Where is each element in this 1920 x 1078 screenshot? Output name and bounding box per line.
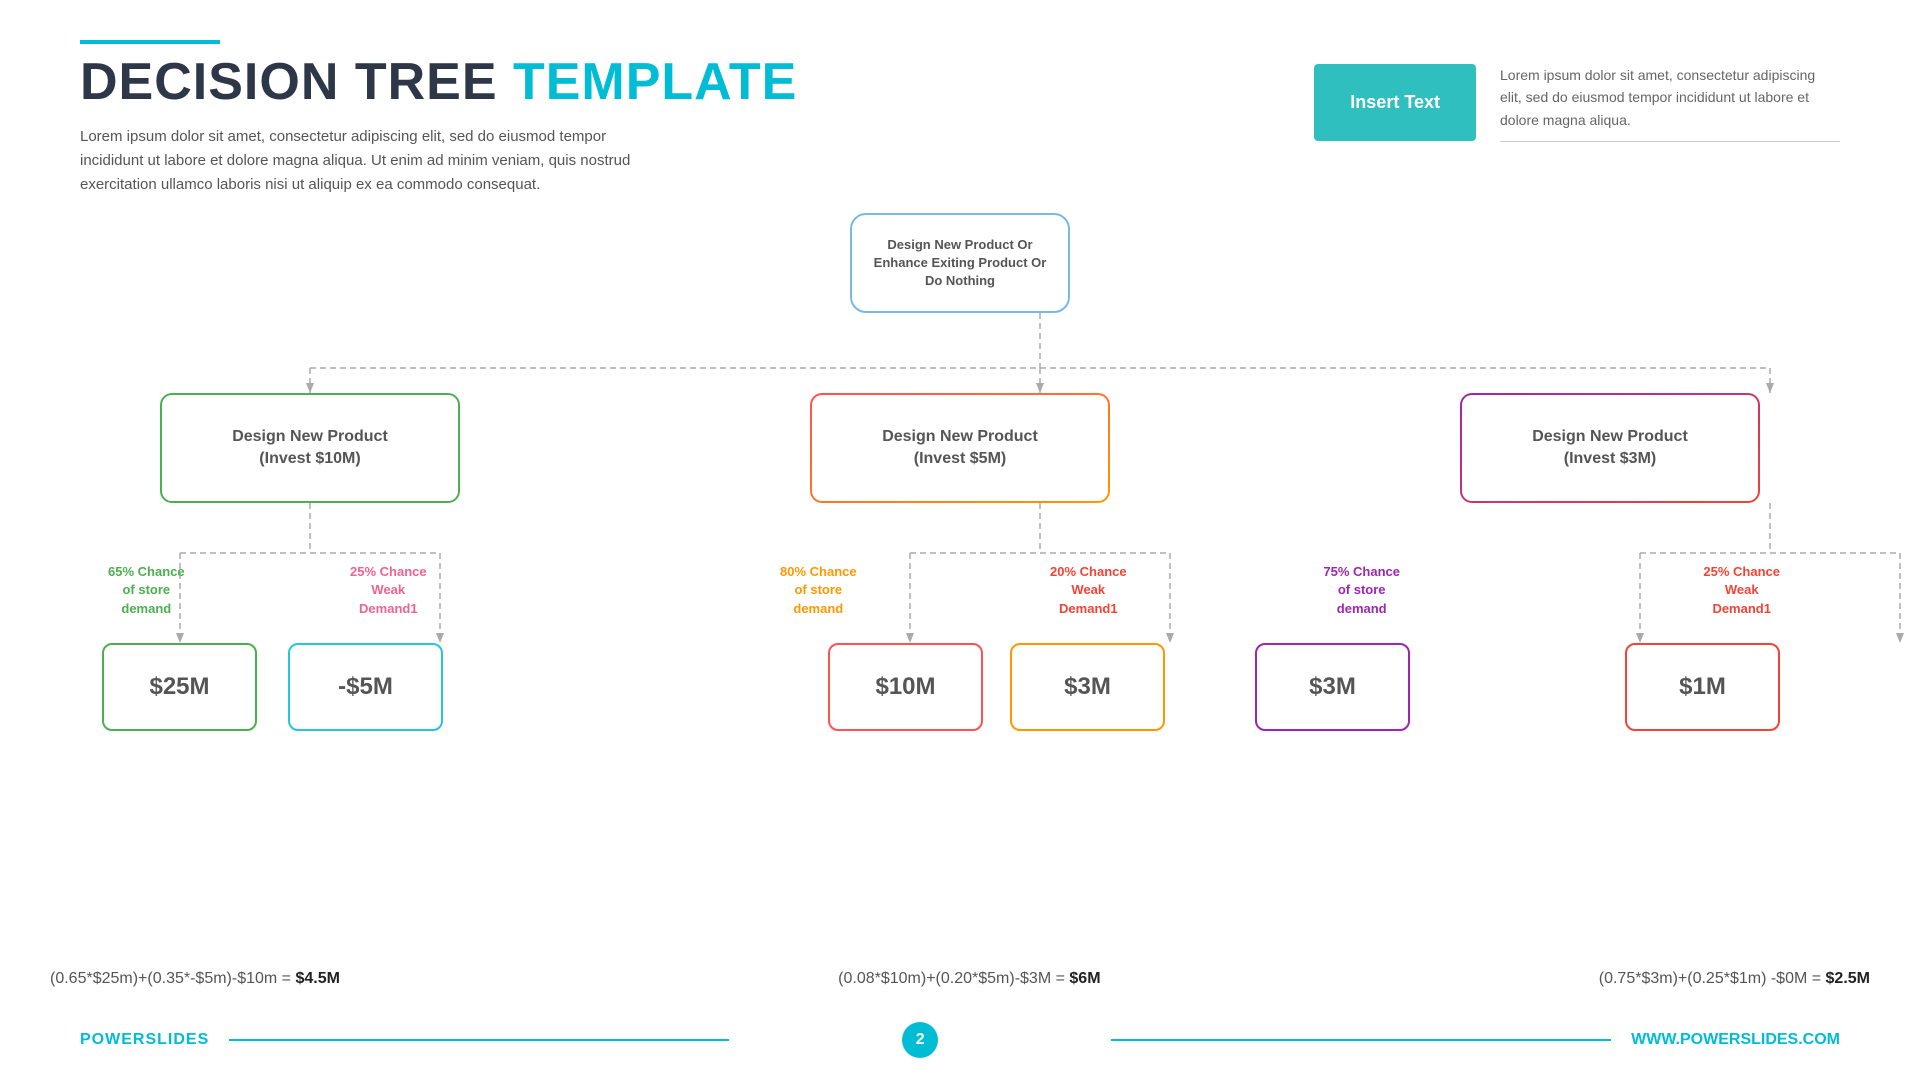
leaf-right-1: $3M <box>1255 643 1410 731</box>
l1-right-node: Design New Product(Invest $3M) <box>1460 393 1760 503</box>
l1-left-node: Design New Product(Invest $10M) <box>160 393 460 503</box>
formula-row: (0.65*$25m)+(0.35*-$5m)-$10m = $4.5M (0.… <box>50 970 1870 988</box>
chance-left-strong: 65% Chanceof storedemand <box>108 563 185 618</box>
root-node-box: Design New Product OrEnhance Exiting Pro… <box>850 213 1070 313</box>
root-node: Design New Product OrEnhance Exiting Pro… <box>850 213 1070 313</box>
formula-left-result: $4.5M <box>295 970 339 987</box>
formula-right-result: $2.5M <box>1826 970 1870 987</box>
title-cyan: TEMPLATE <box>513 53 797 111</box>
formula-mid-result: $6M <box>1069 970 1100 987</box>
chance-right-strong: 75% Chanceof storedemand <box>1323 563 1400 618</box>
leaf-left-1-box: $25M <box>102 643 257 731</box>
tree-area: Design New Product OrEnhance Exiting Pro… <box>80 213 1840 793</box>
page-number: 2 <box>902 1022 938 1058</box>
title-black: DECISION TREE <box>80 53 498 111</box>
footer-line-left <box>229 1039 729 1041</box>
chance-mid-weak: 20% ChanceWeakDemand1 <box>1050 563 1127 618</box>
formula-right: (0.75*$3m)+(0.25*$1m) -$0M = $2.5M <box>1599 970 1870 988</box>
brand-black: POWER <box>80 1031 145 1048</box>
header-bar <box>80 40 220 44</box>
footer-left: POWERSLIDES <box>80 1031 729 1049</box>
chance-left-weak: 25% ChanceWeakDemand1 <box>350 563 427 618</box>
leaf-right-1-box: $3M <box>1255 643 1410 731</box>
chance-mid-strong: 80% Chanceof storedemand <box>780 563 857 618</box>
leaf-left-1: $25M <box>102 643 257 731</box>
title-left: DECISION TREE TEMPLATE Lorem ipsum dolor… <box>80 54 797 197</box>
leaf-left-2: -$5M <box>288 643 443 731</box>
leaf-left-2-box: -$5M <box>288 643 443 731</box>
leaf-mid-1: $10M <box>828 643 983 731</box>
leaf-right-2-box: $1M <box>1625 643 1780 731</box>
page: DECISION TREE TEMPLATE Lorem ipsum dolor… <box>0 0 1920 1078</box>
l1-mid-box: Design New Product(Invest $5M) <box>810 393 1110 503</box>
brand-cyan: SLIDES <box>145 1031 209 1048</box>
title-row: DECISION TREE TEMPLATE Lorem ipsum dolor… <box>80 54 1840 197</box>
lorem-right: Lorem ipsum dolor sit amet, consectetur … <box>1500 64 1840 142</box>
leaf-right-2: $1M <box>1625 643 1780 731</box>
l1-left-box: Design New Product(Invest $10M) <box>160 393 460 503</box>
leaf-mid-1-box: $10M <box>828 643 983 731</box>
insert-text-box[interactable]: Insert Text <box>1314 64 1476 141</box>
l1-mid-node: Design New Product(Invest $5M) <box>810 393 1110 503</box>
footer-url: WWW.POWERSLIDES.COM <box>1631 1031 1840 1049</box>
footer-right: WWW.POWERSLIDES.COM <box>1111 1031 1840 1049</box>
main-title: DECISION TREE TEMPLATE <box>80 54 797 111</box>
title-right: Insert Text Lorem ipsum dolor sit amet, … <box>1314 64 1840 142</box>
footer-line-right <box>1111 1039 1611 1041</box>
l1-right-box: Design New Product(Invest $3M) <box>1460 393 1760 503</box>
brand-name: POWERSLIDES <box>80 1031 209 1049</box>
subtitle: Lorem ipsum dolor sit amet, consectetur … <box>80 125 660 197</box>
formula-mid: (0.08*$10m)+(0.20*$5m)-$3M = $6M <box>838 970 1100 988</box>
chance-right-weak: 25% ChanceWeakDemand1 <box>1703 563 1780 618</box>
leaf-mid-2-box: $3M <box>1010 643 1165 731</box>
footer: POWERSLIDES 2 WWW.POWERSLIDES.COM <box>80 1022 1840 1058</box>
leaf-mid-2: $3M <box>1010 643 1165 731</box>
formula-left: (0.65*$25m)+(0.35*-$5m)-$10m = $4.5M <box>50 970 340 988</box>
